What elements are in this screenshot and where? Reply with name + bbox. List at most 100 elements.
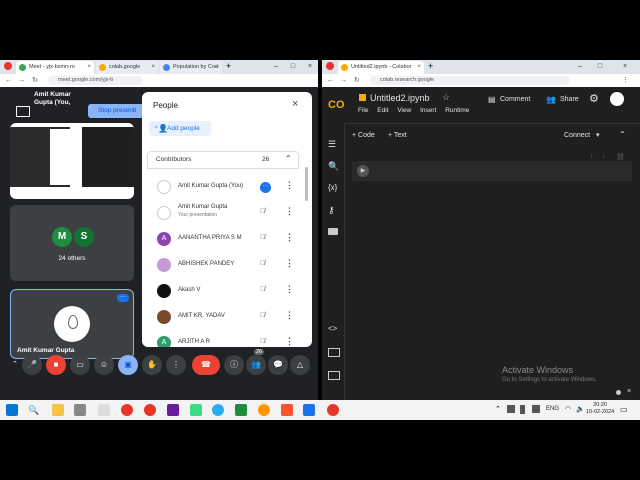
comment-icon[interactable]: ▤ xyxy=(488,95,496,104)
tab-colab-notebook[interactable]: Untitled2.ipynb - Colabor × xyxy=(338,61,424,74)
tab-colab-google[interactable]: colab.google × xyxy=(96,61,158,74)
reload-icon[interactable]: ↻ xyxy=(32,75,38,86)
url-field[interactable]: colab.research.google xyxy=(370,76,570,85)
add-code-button[interactable]: + Code xyxy=(352,132,375,139)
volume-icon[interactable]: 🔈 xyxy=(576,405,585,413)
participant-row[interactable]: Amit Kumar Gupta Your presentation 🎙̸ ⋮ xyxy=(142,200,312,226)
chevron-down-icon[interactable]: ▾ xyxy=(596,131,600,139)
move-up-icon[interactable]: ↑ xyxy=(590,153,594,160)
menu-insert[interactable]: Insert xyxy=(420,107,436,114)
command-palette-icon[interactable] xyxy=(328,348,340,357)
mic-button[interactable]: 🎤 xyxy=(22,355,42,375)
link-icon[interactable]: ⛓ xyxy=(616,153,625,161)
browser-menu-icon[interactable] xyxy=(326,62,334,70)
others-tile[interactable]: M S 24 others xyxy=(10,205,134,281)
emoji-button[interactable]: ☺ xyxy=(94,355,114,375)
more-options-icon[interactable]: ⋮ xyxy=(285,336,294,347)
connect-button[interactable]: Connect xyxy=(564,132,590,139)
taskbar-app-icon[interactable] xyxy=(235,404,247,416)
search-icon[interactable]: 🔍 xyxy=(328,161,339,172)
file-explorer-icon[interactable] xyxy=(52,404,64,416)
maximize-icon[interactable]: □ xyxy=(592,60,608,74)
tab-meet[interactable]: Meet - yjx-bsmn-ro × xyxy=(16,61,94,74)
participant-row[interactable]: A AANANTHA PRIYA S M 🎙̸ ⋮ xyxy=(142,226,312,252)
captions-button[interactable]: ▭ xyxy=(70,355,90,375)
close-tab-icon[interactable]: × xyxy=(417,61,421,74)
close-tab-icon[interactable]: × xyxy=(215,61,219,74)
taskbar-app-icon[interactable] xyxy=(121,404,133,416)
menu-runtime[interactable]: Runtime xyxy=(445,107,469,114)
menu-file[interactable]: File xyxy=(358,107,368,114)
participant-row[interactable]: Amit Kumar Gupta (You) ··· ⋮ xyxy=(142,174,312,200)
secrets-key-icon[interactable]: ⚷ xyxy=(328,205,335,216)
more-options-icon[interactable]: ⋮ xyxy=(285,284,294,295)
participant-row[interactable]: Akash V 🎙̸ ⋮ xyxy=(142,278,312,304)
star-icon[interactable]: ☆ xyxy=(442,92,450,103)
participant-row[interactable]: ABHISHEK PANDEY 🎙̸ ⋮ xyxy=(142,252,312,278)
opera-icon[interactable] xyxy=(144,404,156,416)
more-options-icon[interactable]: ⋮ xyxy=(285,232,294,243)
close-tab-icon[interactable]: × xyxy=(151,61,155,74)
more-options-button[interactable]: ⋮ xyxy=(166,355,186,375)
back-icon[interactable]: ← xyxy=(327,75,334,86)
menu-view[interactable]: View xyxy=(397,107,411,114)
language-indicator[interactable]: ENG xyxy=(546,406,559,412)
notification-icon[interactable]: ▭ xyxy=(620,405,628,414)
camera-off-button[interactable]: ■ xyxy=(46,355,66,375)
search-icon[interactable]: 🔍 xyxy=(28,404,40,416)
terminal-icon[interactable] xyxy=(328,371,340,380)
share-icon[interactable]: 👥 xyxy=(546,95,556,104)
reload-icon[interactable]: ↻ xyxy=(354,75,360,86)
present-button[interactable]: ▣ xyxy=(118,355,138,375)
variables-icon[interactable]: {x} xyxy=(328,183,337,192)
brave-icon[interactable] xyxy=(281,404,293,416)
add-people-button[interactable]: ⁺👤 Add people xyxy=(149,121,211,136)
taskbar-app-icon[interactable] xyxy=(167,404,179,416)
participant-row[interactable]: AMIT KR. YADAV 🎙̸ ⋮ xyxy=(142,304,312,330)
participant-row[interactable]: A ARJITH A R 🎙̸ ⋮ xyxy=(142,330,312,347)
close-window-icon[interactable]: × xyxy=(302,60,318,74)
tray-icon[interactable] xyxy=(507,405,515,413)
leave-call-button[interactable]: ☎ xyxy=(192,355,220,375)
add-text-button[interactable]: + Text xyxy=(388,132,407,139)
maximize-icon[interactable]: □ xyxy=(285,60,301,74)
activities-button[interactable]: △ xyxy=(290,355,310,375)
close-bottom-icon[interactable]: × xyxy=(627,388,631,395)
tray-icon[interactable] xyxy=(532,405,540,413)
forward-icon[interactable]: → xyxy=(18,75,25,86)
taskbar-app-icon[interactable] xyxy=(303,404,315,416)
panel-scrollbar[interactable] xyxy=(305,167,308,201)
table-of-contents-icon[interactable]: ☰ xyxy=(328,139,336,150)
chevron-up-icon[interactable]: ⌃ xyxy=(619,130,626,139)
more-options-icon[interactable]: ⋮ xyxy=(285,258,294,269)
files-folder-icon[interactable] xyxy=(328,228,338,235)
share-button[interactable]: Share xyxy=(560,96,579,103)
more-options-badge[interactable]: ··· xyxy=(117,294,129,302)
url-field[interactable]: meet.google.com/yjx-b xyxy=(48,76,143,85)
stop-presenting-button[interactable]: Stop presenti xyxy=(88,104,144,118)
gear-icon[interactable]: ⚙ xyxy=(589,92,599,105)
more-options-icon[interactable]: ⋮ xyxy=(285,310,294,321)
comment-button[interactable]: Comment xyxy=(500,96,530,103)
taskbar-app-icon[interactable] xyxy=(190,404,202,416)
close-tab-icon[interactable]: × xyxy=(87,61,91,74)
minimize-icon[interactable]: – xyxy=(268,60,284,74)
telegram-icon[interactable] xyxy=(212,404,224,416)
opera-icon[interactable] xyxy=(327,404,339,416)
people-button[interactable]: 👥 xyxy=(246,355,266,375)
close-panel-icon[interactable]: × xyxy=(292,98,298,110)
self-tile[interactable]: ··· Amit Kumar Gupta xyxy=(10,289,134,359)
tab-population[interactable]: Population by Cou × xyxy=(160,61,222,74)
browser-menu-icon[interactable] xyxy=(4,62,12,70)
notebook-filename[interactable]: Untitled2.ipynb xyxy=(370,93,430,103)
code-snippets-icon[interactable]: <> xyxy=(328,324,337,333)
raise-hand-button[interactable]: ✋ xyxy=(142,355,162,375)
contributors-section[interactable]: Contributors 26 ⌃ xyxy=(147,151,299,169)
code-cell[interactable]: ▶ xyxy=(352,161,632,181)
tray-icon[interactable] xyxy=(520,405,525,414)
profile-menu-icon[interactable]: ⋮ xyxy=(622,75,629,86)
meeting-info-button[interactable]: ⓘ xyxy=(224,355,244,375)
wifi-icon[interactable]: ◠ xyxy=(565,405,571,413)
move-down-icon[interactable]: ↓ xyxy=(602,153,606,160)
clock[interactable]: 20:20 10-02-2024 xyxy=(586,402,614,416)
